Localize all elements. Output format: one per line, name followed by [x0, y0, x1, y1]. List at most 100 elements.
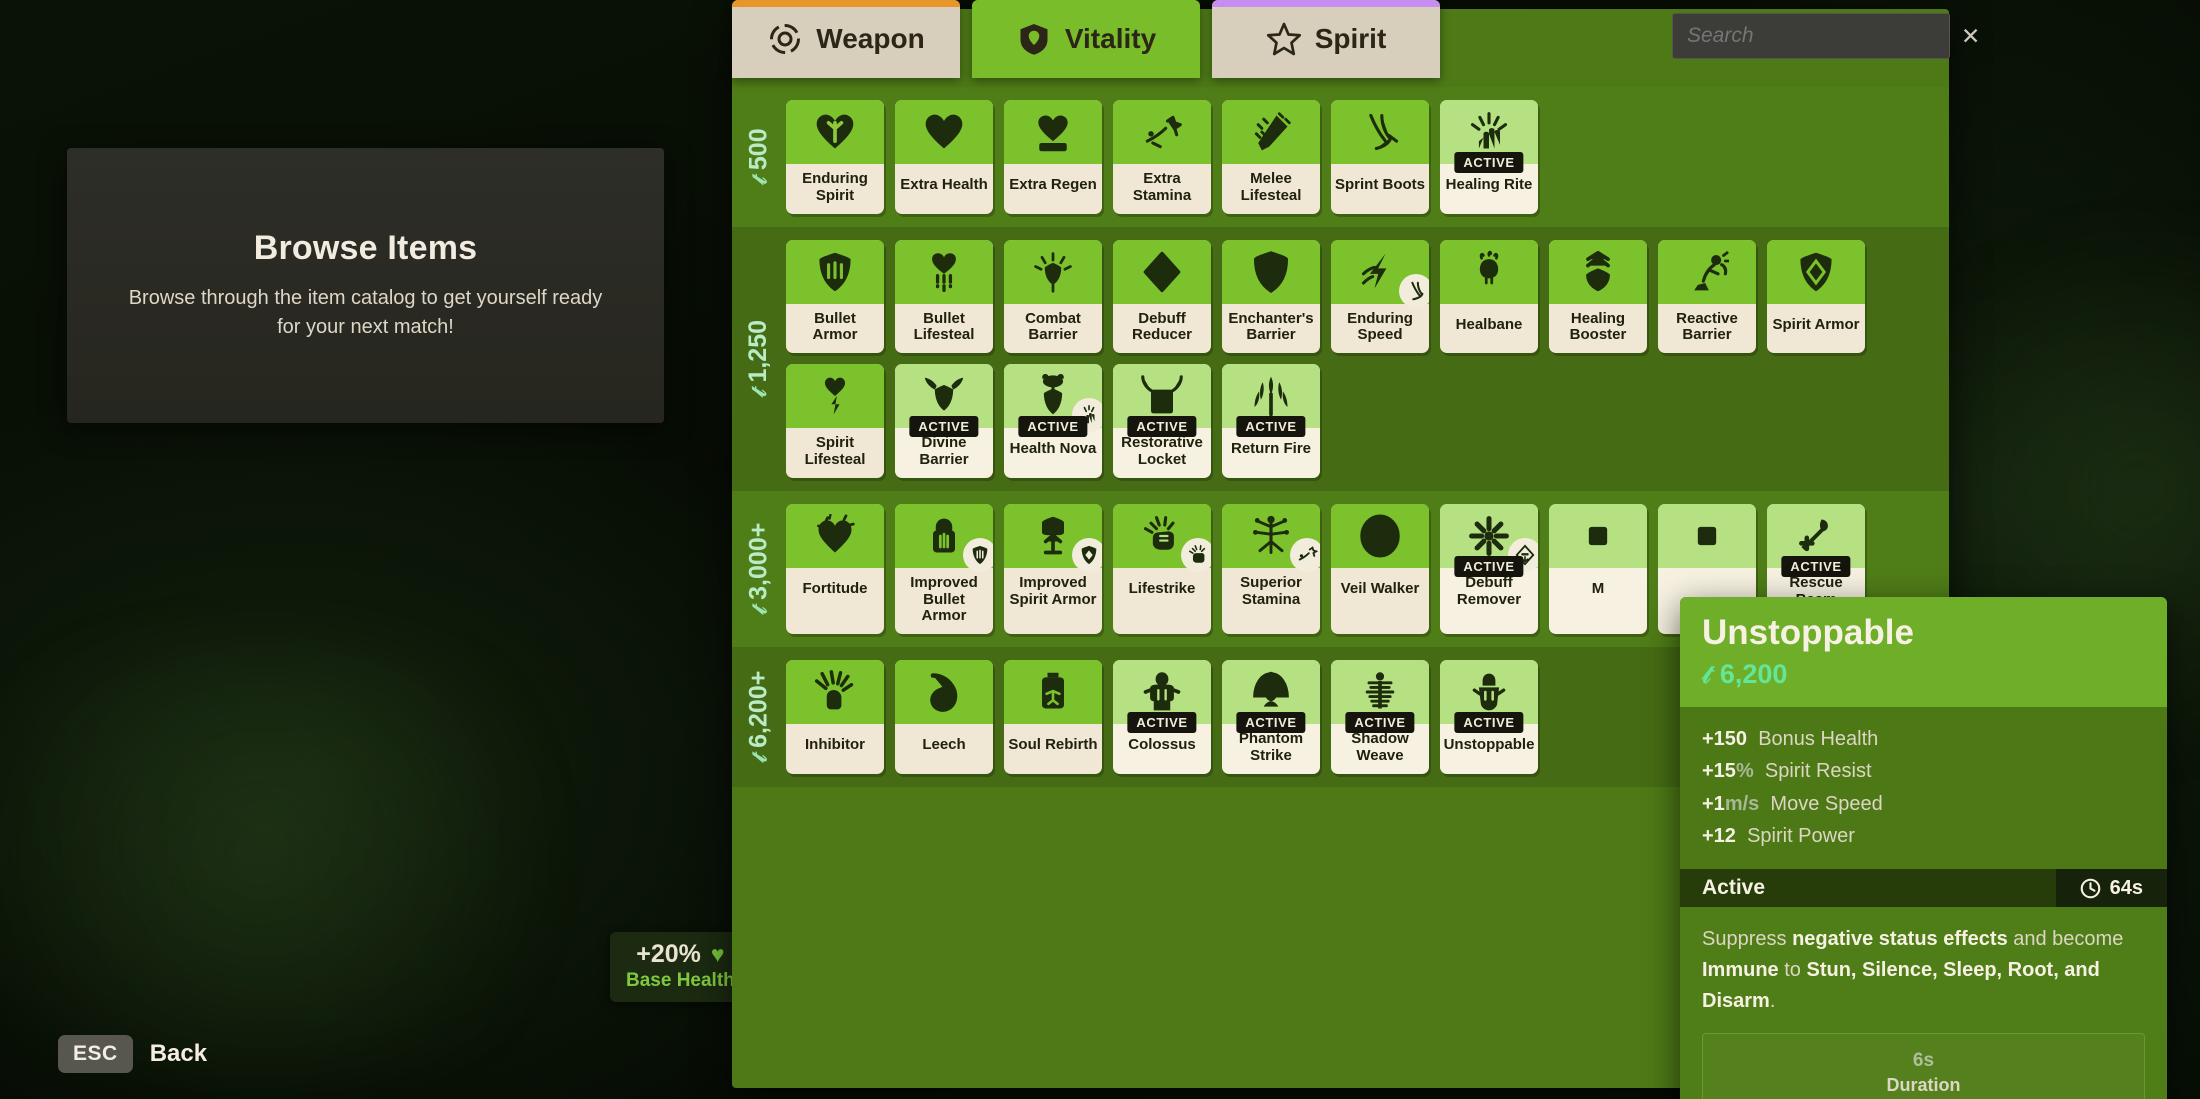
item-card[interactable]: Reactive Barrier: [1658, 239, 1756, 354]
item-card[interactable]: Extra Health: [895, 100, 993, 214]
component-indicator-icon: [963, 537, 993, 572]
restorative-locket-icon: ACTIVE: [1113, 364, 1211, 438]
browse-items-subtitle: Browse through the item catalog to get y…: [128, 287, 603, 338]
active-badge: ACTIVE: [1345, 712, 1415, 734]
item-card[interactable]: Enduring Spirit: [786, 100, 884, 214]
spirit-icon: [1266, 21, 1302, 57]
item-card[interactable]: Debuff Reducer: [1113, 239, 1211, 354]
item-card[interactable]: Lifestrike: [1113, 503, 1211, 635]
item-card-name: Improved Bullet Armor: [910, 573, 978, 625]
item-card[interactable]: Bullet Armor: [786, 239, 884, 354]
item-card[interactable]: Fortitude: [786, 503, 884, 635]
debuff-reducer-icon: [1113, 239, 1211, 304]
vitality-icon: [1016, 21, 1052, 57]
rescue-beam-icon: ACTIVE: [1767, 503, 1865, 577]
tooltip-stat-value: +1m/s: [1702, 792, 1760, 815]
category-tab-bar[interactable]: Weapon Vitality Spirit: [732, 0, 1440, 78]
shadow-weave-icon: ACTIVE: [1331, 660, 1429, 734]
item-card[interactable]: Healing Booster: [1549, 239, 1647, 354]
item-card-name: Soul Rebirth: [1008, 736, 1098, 754]
item-card[interactable]: Extra Regen: [1004, 100, 1102, 214]
colossus-icon: ACTIVE: [1113, 660, 1211, 734]
back-control[interactable]: ESC Back: [58, 1035, 207, 1073]
item-card[interactable]: Combat Barrier: [1004, 239, 1102, 354]
item-card[interactable]: ACTIVE Return Fire: [1222, 364, 1320, 478]
tab-vitality[interactable]: Vitality: [972, 0, 1200, 78]
item-card[interactable]: Improved Spirit Armor: [1004, 503, 1102, 635]
item-card[interactable]: ACTIVE Healing Rite: [1440, 100, 1538, 214]
item-card[interactable]: ACTIVE Unstoppable: [1440, 660, 1538, 774]
tooltip-cost: 𝓉 6,200: [1702, 659, 2145, 691]
esc-key-badge[interactable]: ESC: [58, 1035, 133, 1073]
tooltip-body: Suppress negative status effects and bec…: [1680, 907, 2167, 1099]
item-card-name: Leech: [922, 736, 966, 754]
item-card-name: Melee Lifesteal: [1240, 170, 1302, 204]
item-card-name: Combat Barrier: [1025, 309, 1081, 344]
item-card[interactable]: ACTIVE Phantom Strike: [1222, 660, 1320, 774]
search-box[interactable]: ✕: [1672, 13, 1980, 59]
item-card[interactable]: Inhibitor: [786, 660, 884, 774]
item-card[interactable]: Healbane: [1440, 239, 1538, 354]
item-card[interactable]: Soul Rebirth: [1004, 660, 1102, 774]
item-card[interactable]: Spirit Lifesteal: [786, 364, 884, 478]
item-card[interactable]: ACTIVE Debuff Remover: [1440, 503, 1538, 635]
item-card[interactable]: Bullet Lifesteal: [895, 239, 993, 354]
component-indicator-icon: [1181, 537, 1211, 572]
item-card-name: Spirit Lifesteal: [804, 434, 866, 468]
item-card[interactable]: Extra Stamina: [1113, 100, 1211, 214]
spirit-lifesteal-icon: [786, 364, 884, 429]
improved-spirit-armor-icon: [1004, 503, 1102, 572]
item-card-name: M: [1591, 579, 1605, 597]
tooltip-stat-unit: m/s: [1724, 792, 1760, 815]
item-card[interactable]: ACTIVE Shadow Weave: [1331, 660, 1429, 774]
healbane-icon: [1440, 239, 1538, 304]
tier-row: 𝓉 1,250 Bullet Armor Bullet Lifesteal Combat…: [732, 226, 1949, 491]
item-card[interactable]: Melee Lifesteal: [1222, 100, 1320, 214]
item-card[interactable]: Superior Stamina: [1222, 503, 1320, 635]
item-card[interactable]: ACTIVE Restorative Locket: [1113, 364, 1211, 478]
item-card[interactable]: Veil Walker: [1331, 503, 1429, 635]
tab-label: Spirit: [1314, 23, 1387, 54]
leech-icon: [895, 660, 993, 725]
item-card[interactable]: ACTIVE Colossus: [1113, 660, 1211, 774]
item-card[interactable]: M: [1549, 503, 1647, 635]
base-health-value: +20%: [636, 940, 701, 968]
tooltip-stat-value: +12: [1702, 824, 1736, 847]
health-nova-icon: ACTIVE: [1004, 364, 1102, 438]
component-indicator-icon: [1072, 537, 1102, 572]
item-card[interactable]: ACTIVE Health Nova: [1004, 364, 1102, 478]
souls-icon: 𝓉: [746, 755, 771, 763]
item-card-name: Bullet Armor: [812, 309, 858, 344]
item-card[interactable]: Sprint Boots: [1331, 100, 1429, 214]
item-card[interactable]: Leech: [895, 660, 993, 774]
hidden-icon: [1549, 503, 1647, 568]
superior-stamina-icon: [1222, 503, 1320, 572]
weapon-icon: [767, 21, 803, 57]
item-card[interactable]: Enduring Speed: [1331, 239, 1429, 354]
tooltip-duration-value: 6s: [1912, 1050, 1935, 1072]
tooltip-stat-label: Bonus Health: [1758, 727, 1879, 750]
tier-price-label: 𝓉 6,200+: [732, 660, 786, 774]
tab-label: Weapon: [816, 23, 925, 54]
enduring-speed-icon: [1331, 239, 1429, 308]
tooltip-stat-row: +15% Spirit Resist: [1702, 755, 2145, 787]
tooltip-active-label: Active: [1702, 876, 1766, 900]
divine-barrier-icon: ACTIVE: [895, 364, 993, 438]
tooltip-stat-row: +150 Bonus Health: [1702, 723, 2145, 755]
item-card-name: Healing Booster: [1569, 309, 1627, 344]
active-badge: ACTIVE: [1454, 555, 1524, 577]
tier-price-value: 500: [744, 128, 773, 171]
tab-weapon[interactable]: Weapon: [732, 0, 960, 78]
item-card[interactable]: Spirit Armor: [1767, 239, 1865, 354]
tooltip-stat-label: Spirit Resist: [1764, 760, 1872, 783]
search-input[interactable]: [1687, 24, 1961, 48]
clear-search-icon[interactable]: ✕: [1961, 24, 1980, 48]
item-card-name: Extra Health: [900, 176, 988, 194]
item-card[interactable]: ACTIVE Divine Barrier: [895, 364, 993, 478]
tier-row: 𝓉 500 Enduring Spirit Extra Health Extra Reg…: [732, 87, 1949, 227]
base-health-label: Base Health: [626, 970, 735, 991]
souls-icon: 𝓉: [746, 389, 772, 398]
item-card[interactable]: Improved Bullet Armor: [895, 503, 993, 635]
tab-spirit[interactable]: Spirit: [1212, 0, 1440, 78]
item-card[interactable]: Enchanter's Barrier: [1222, 239, 1320, 354]
